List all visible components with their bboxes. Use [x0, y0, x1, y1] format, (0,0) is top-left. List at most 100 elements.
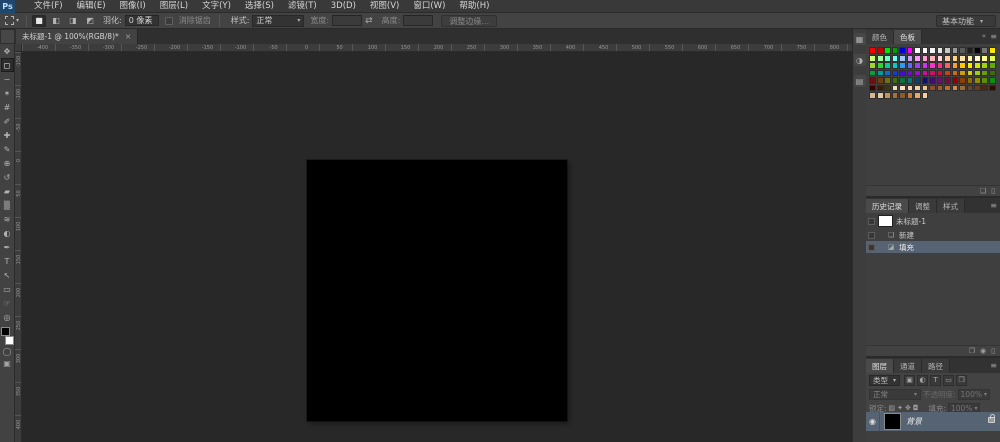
menu-item[interactable]: 文字(Y)	[195, 0, 238, 13]
tool-button[interactable]: ▭	[1, 282, 14, 296]
layer-filter-icon[interactable]: ▭	[943, 375, 954, 386]
swatch[interactable]	[937, 77, 944, 84]
swatch[interactable]	[974, 62, 981, 69]
opacity-input[interactable]: 100% ▾	[958, 389, 990, 400]
swatch[interactable]	[907, 70, 914, 77]
swatch[interactable]	[884, 55, 891, 62]
swatch[interactable]	[914, 70, 921, 77]
swatch[interactable]	[967, 77, 974, 84]
tool-button[interactable]: ⊕	[1, 156, 14, 170]
background-color-chip[interactable]	[5, 336, 14, 345]
swatch[interactable]	[914, 47, 921, 54]
swatch[interactable]	[937, 70, 944, 77]
menu-item[interactable]: 文件(F)	[27, 0, 70, 13]
swatch[interactable]	[892, 77, 899, 84]
swatch[interactable]	[952, 55, 959, 62]
foreground-color-chip[interactable]	[1, 327, 10, 336]
collapsed-panel-icon[interactable]: ▤	[854, 75, 866, 87]
swatch[interactable]	[944, 47, 951, 54]
tools-panel-header[interactable]	[1, 30, 14, 43]
swatch[interactable]	[869, 70, 876, 77]
swatch[interactable]	[922, 85, 929, 92]
tool-button[interactable]: ◐	[1, 226, 14, 240]
swatch[interactable]	[907, 55, 914, 62]
swatch[interactable]	[989, 77, 996, 84]
swatch[interactable]	[892, 70, 899, 77]
lock-option-icon[interactable]: ▨	[889, 404, 896, 412]
swatch[interactable]	[929, 85, 936, 92]
panel-footer-button[interactable]: ▯	[991, 187, 995, 196]
swatch[interactable]	[974, 70, 981, 77]
swatch[interactable]	[877, 92, 884, 99]
swatch[interactable]	[922, 92, 929, 99]
lock-option-icon[interactable]: ✥	[905, 404, 911, 412]
panel-menu-icon[interactable]: ≡	[990, 361, 997, 370]
panel-tab[interactable]: 图层	[866, 359, 894, 373]
panel-tab[interactable]: 历史记录	[866, 199, 909, 213]
swatch[interactable]	[892, 85, 899, 92]
tool-button[interactable]: ✒	[1, 240, 14, 254]
layer-filter-dropdown[interactable]: 类型 ▾	[869, 375, 900, 386]
swatch[interactable]	[929, 47, 936, 54]
swatch[interactable]	[869, 47, 876, 54]
swatch[interactable]	[907, 92, 914, 99]
horizontal-ruler[interactable]: -400-350-300-250-200-150-100-50050100150…	[22, 44, 852, 52]
lock-option-icon[interactable]: ◘	[913, 404, 919, 412]
swatch[interactable]	[989, 70, 996, 77]
swatch[interactable]	[937, 47, 944, 54]
swatch[interactable]	[981, 85, 988, 92]
layer-filter-icon[interactable]: ❒	[956, 375, 967, 386]
swatch[interactable]	[989, 85, 996, 92]
panel-tab[interactable]: 颜色	[866, 30, 894, 44]
panel-tab[interactable]: 样式	[937, 199, 965, 213]
swatch[interactable]	[974, 77, 981, 84]
menu-item[interactable]: 选择(S)	[238, 0, 281, 13]
selection-mode-button[interactable]: ◧	[49, 15, 63, 27]
swatch[interactable]	[869, 85, 876, 92]
refine-edge-button[interactable]: 调整边缘…	[441, 15, 497, 27]
swatch[interactable]	[922, 47, 929, 54]
menu-item[interactable]: 图像(I)	[113, 0, 153, 13]
layer-filter-icon[interactable]: ▣	[904, 375, 915, 386]
history-brush-source-checkbox[interactable]	[868, 244, 875, 251]
swatch[interactable]	[952, 85, 959, 92]
swatch[interactable]	[959, 62, 966, 69]
lock-option-icon[interactable]: ✦	[897, 404, 903, 412]
swatch[interactable]	[981, 62, 988, 69]
close-icon[interactable]: ×	[125, 32, 132, 41]
menu-item[interactable]: 滤镜(T)	[281, 0, 324, 13]
ruler-origin-corner[interactable]	[15, 44, 22, 52]
swatch[interactable]	[967, 55, 974, 62]
swatch[interactable]	[952, 62, 959, 69]
layer-filter-icon[interactable]: ◐	[917, 375, 928, 386]
swatch[interactable]	[952, 77, 959, 84]
tool-button[interactable]: ◎	[1, 310, 14, 324]
tool-button[interactable]: ☞	[1, 296, 14, 310]
swatch[interactable]	[884, 70, 891, 77]
panel-tab[interactable]: 通道	[894, 359, 922, 373]
feather-input[interactable]: 0 像素	[125, 15, 159, 26]
swatch[interactable]	[967, 62, 974, 69]
swatch[interactable]	[922, 77, 929, 84]
selection-mode-button[interactable]: ■	[32, 15, 46, 27]
layer-thumbnail[interactable]	[884, 413, 901, 430]
swatch[interactable]	[959, 47, 966, 54]
swatch[interactable]	[981, 55, 988, 62]
swatch[interactable]	[937, 62, 944, 69]
tool-button[interactable]: ▒	[1, 198, 14, 212]
swatch[interactable]	[981, 70, 988, 77]
visibility-eye-icon[interactable]: ◉	[866, 412, 880, 431]
layer-row-background[interactable]: ◉ 背景	[866, 412, 1000, 431]
swatch[interactable]	[907, 47, 914, 54]
swatch[interactable]	[877, 85, 884, 92]
tool-button[interactable]: ∽	[1, 72, 14, 86]
swatch[interactable]	[899, 77, 906, 84]
swatch[interactable]	[967, 70, 974, 77]
screen-mode-button[interactable]: ▣	[3, 360, 11, 368]
swatch[interactable]	[959, 55, 966, 62]
swatch[interactable]	[869, 55, 876, 62]
menu-item[interactable]: 窗口(W)	[406, 0, 452, 13]
document-tab[interactable]: 未标题-1 @ 100%(RGB/8)* ×	[16, 29, 138, 44]
layer-filter-icon[interactable]: T	[930, 375, 941, 386]
swatch[interactable]	[952, 70, 959, 77]
